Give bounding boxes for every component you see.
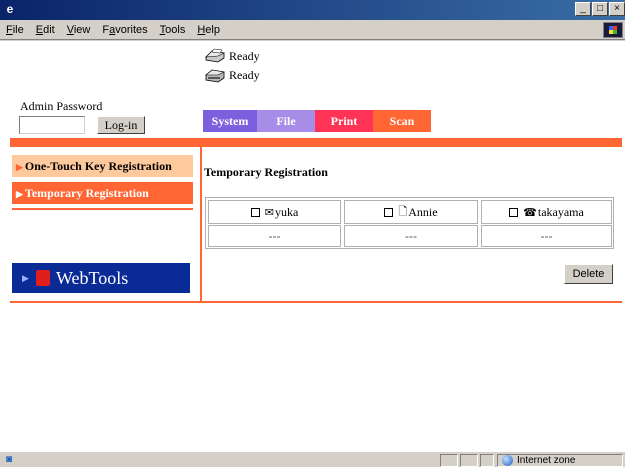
top-divider-bar xyxy=(10,138,622,147)
admin-password-input[interactable] xyxy=(19,116,85,134)
status-pane xyxy=(440,454,458,467)
tab-file[interactable]: File xyxy=(257,110,315,132)
empty-cell: --- xyxy=(208,225,341,247)
windows-logo-icon xyxy=(603,22,623,38)
page-title: Temporary Registration xyxy=(204,165,328,179)
arrow-right-icon: ▶ xyxy=(16,189,23,199)
webtools-link[interactable]: ▶ WebTools xyxy=(12,263,190,293)
minimize-button[interactable]: _ xyxy=(575,2,591,16)
empty-placeholder: --- xyxy=(268,229,281,243)
printer-status-1: Ready xyxy=(203,48,260,64)
registration-name: yuka xyxy=(274,204,299,219)
menu-file[interactable]: File xyxy=(6,24,24,36)
registration-name: takayama xyxy=(537,204,584,219)
empty-cell: --- xyxy=(481,225,612,247)
mail-icon: ✉ xyxy=(264,205,274,219)
empty-placeholder: --- xyxy=(405,229,417,243)
printer-icon xyxy=(205,69,225,83)
sidebar-item-label: Temporary Registration xyxy=(24,186,149,200)
status-main: ◙ xyxy=(2,454,437,467)
page-icon: ◙ xyxy=(6,454,13,465)
sidebar-item-one-touch[interactable]: ▶ One-Touch Key Registration xyxy=(12,155,193,177)
registration-cell[interactable]: 🗋 Annie xyxy=(344,200,478,224)
fax-icon: ☎ xyxy=(523,205,537,219)
status-pane xyxy=(480,454,494,467)
top-tabs: System File Print Scan xyxy=(203,110,431,132)
tab-print[interactable]: Print xyxy=(315,110,373,132)
registration-cell[interactable]: ☎ takayama xyxy=(481,200,612,224)
menu-favorites[interactable]: Favorites xyxy=(102,24,147,36)
login-button[interactable]: Log-in xyxy=(97,116,145,134)
window-controls: _ □ × xyxy=(574,2,625,16)
menu-tools[interactable]: Tools xyxy=(160,24,186,36)
bottom-divider-bar xyxy=(10,301,622,303)
status-text-2: Ready xyxy=(229,67,260,82)
admin-password-label: Admin Password xyxy=(20,99,103,113)
menu-edit[interactable]: Edit xyxy=(36,24,55,36)
title-bar: e _ □ × xyxy=(0,0,625,20)
sidebar-item-temporary[interactable]: ▶ Temporary Registration xyxy=(12,182,193,204)
document-icon: 🗋 xyxy=(398,204,408,218)
security-zone: Internet zone xyxy=(497,454,623,467)
maximize-button[interactable]: □ xyxy=(592,2,608,16)
globe-icon xyxy=(502,455,513,466)
empty-cell: --- xyxy=(344,225,478,247)
checkbox[interactable] xyxy=(250,207,260,217)
tab-scan[interactable]: Scan xyxy=(373,110,431,132)
registration-table: ✉ yuka 🗋 Annie ☎ takayama --- --- --- xyxy=(205,197,614,249)
status-bar: ◙ Internet zone xyxy=(0,451,625,467)
zone-label: Internet zone xyxy=(517,455,576,466)
sidebar-divider xyxy=(12,208,193,210)
fiery-logo-icon xyxy=(36,270,50,286)
arrow-right-icon: ▶ xyxy=(22,273,29,283)
empty-placeholder: --- xyxy=(540,229,553,243)
checkbox[interactable] xyxy=(509,207,519,217)
checkbox[interactable] xyxy=(384,207,394,217)
registration-name: Annie xyxy=(408,204,438,219)
ie-logo-icon: e xyxy=(6,2,14,16)
printer-status-2: Ready xyxy=(203,67,260,83)
delete-button[interactable]: Delete xyxy=(564,264,613,284)
status-text-1: Ready xyxy=(229,48,260,63)
status-pane xyxy=(460,454,478,467)
menu-help[interactable]: Help xyxy=(197,24,220,36)
page-content: Ready Ready Admin Password Log-in System… xyxy=(0,41,625,451)
registration-cell[interactable]: ✉ yuka xyxy=(208,200,341,224)
close-button[interactable]: × xyxy=(609,2,625,16)
vertical-divider xyxy=(200,146,202,301)
webtools-label: WebTools xyxy=(56,268,129,288)
tab-system[interactable]: System xyxy=(203,110,257,132)
menu-bar: File Edit View Favorites Tools Help xyxy=(0,20,625,40)
sidebar-item-label: One-Touch Key Registration xyxy=(24,159,172,173)
arrow-right-icon: ▶ xyxy=(16,162,23,172)
menu-view[interactable]: View xyxy=(67,24,91,36)
printer-icon xyxy=(205,48,225,63)
